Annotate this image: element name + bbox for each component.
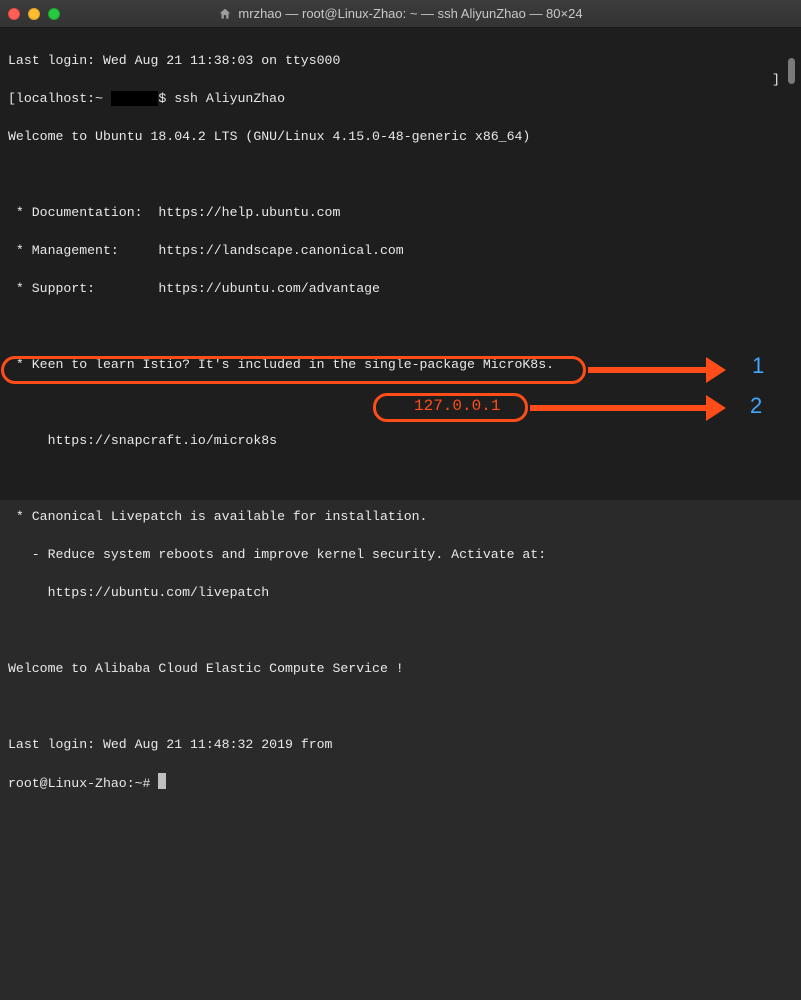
terminal-line: Last login: Wed Aug 21 11:48:32 2019 fro…: [8, 735, 793, 754]
terminal-line: * Documentation: https://help.ubuntu.com: [8, 203, 793, 222]
terminal-line: [localhost:~ xxxxxx$ ssh AliyunZhao: [8, 89, 793, 108]
window-title-text: mrzhao — root@Linux-Zhao: ~ — ssh Aliyun…: [238, 6, 582, 21]
terminal-line: [8, 317, 793, 336]
terminal-line: Welcome to Alibaba Cloud Elastic Compute…: [8, 659, 793, 678]
terminal-line: Welcome to Ubuntu 18.04.2 LTS (GNU/Linux…: [8, 127, 793, 146]
window-controls: [8, 8, 60, 20]
terminal-line: * Support: https://ubuntu.com/advantage: [8, 279, 793, 298]
scrollbar[interactable]: [784, 58, 799, 496]
terminal-line: https://snapcraft.io/microk8s: [8, 431, 793, 450]
annotation-number-2: 2: [750, 396, 762, 415]
terminal-line: * Canonical Livepatch is available for i…: [8, 507, 793, 526]
window-titlebar: mrzhao — root@Linux-Zhao: ~ — ssh Aliyun…: [0, 0, 801, 28]
terminal-line: [8, 165, 793, 184]
cursor-icon: [158, 773, 166, 789]
terminal-line: [8, 697, 793, 716]
redacted-user: xxxxxx: [111, 91, 158, 106]
minimize-icon[interactable]: [28, 8, 40, 20]
local-prompt-right: $ ssh AliyunZhao: [158, 91, 285, 106]
last-login-left: Last login: Wed Aug 21 11:48:32 2019: [8, 737, 293, 752]
terminal-line: [8, 621, 793, 640]
annotation-ip: 127.0.0.1: [414, 397, 500, 416]
terminal-line: [8, 469, 793, 488]
terminal-line: - Reduce system reboots and improve kern…: [8, 545, 793, 564]
local-prompt-left: [localhost:~: [8, 91, 111, 106]
window-title: mrzhao — root@Linux-Zhao: ~ — ssh Aliyun…: [0, 6, 801, 21]
home-icon: [218, 7, 232, 21]
root-prompt: root@Linux-Zhao:~#: [8, 776, 158, 791]
terminal-line: Last login: Wed Aug 21 11:38:03 on ttys0…: [8, 51, 793, 70]
annotation-number-1: 1: [752, 356, 764, 375]
terminal-viewport[interactable]: Last login: Wed Aug 21 11:38:03 on ttys0…: [0, 28, 801, 500]
last-login-from: from: [293, 737, 340, 752]
scrollbar-thumb[interactable]: [788, 58, 795, 84]
close-icon[interactable]: [8, 8, 20, 20]
terminal-line: * Management: https://landscape.canonica…: [8, 241, 793, 260]
zoom-icon[interactable]: [48, 8, 60, 20]
wrapped-bracket: ]: [772, 70, 780, 89]
terminal-line: root@Linux-Zhao:~#: [8, 773, 793, 793]
terminal-line: https://ubuntu.com/livepatch: [8, 583, 793, 602]
